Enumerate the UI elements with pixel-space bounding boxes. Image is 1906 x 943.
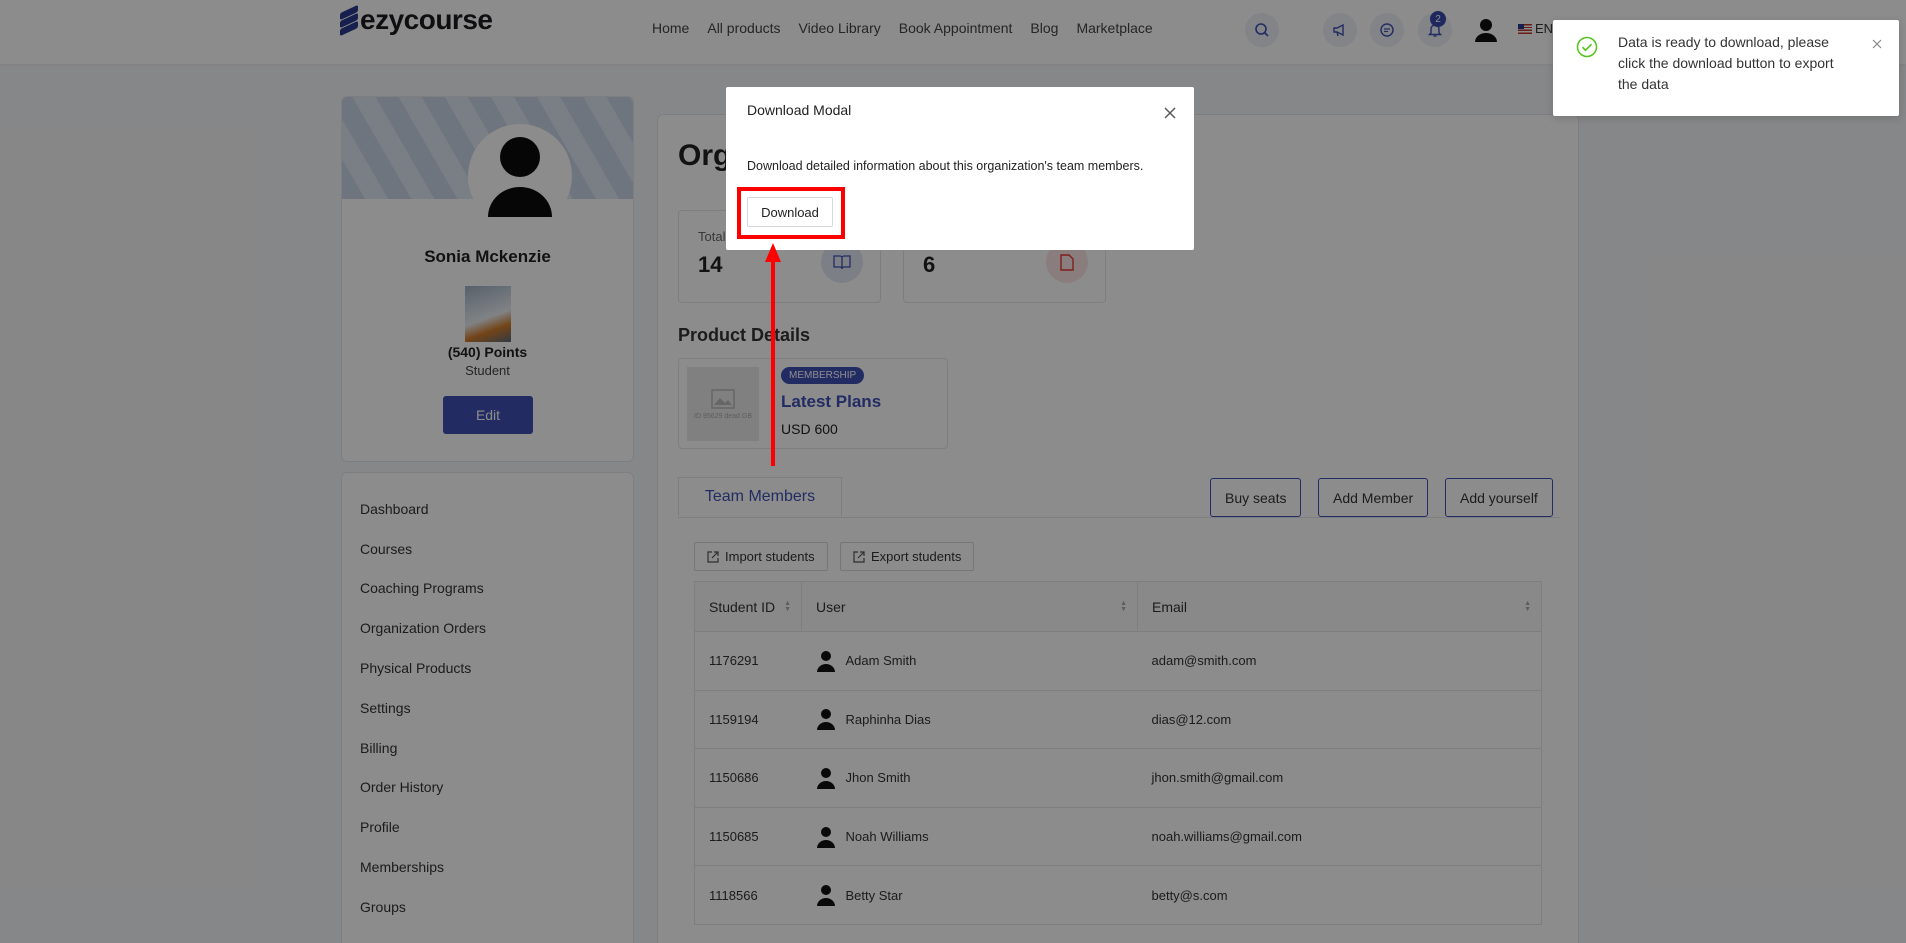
annotation-arrow [765, 243, 781, 466]
success-toast: Data is ready to download, please click … [1553, 20, 1899, 116]
close-icon[interactable] [1871, 37, 1883, 55]
check-circle-icon [1576, 36, 1598, 63]
toast-message: Data is ready to download, please click … [1618, 34, 1834, 92]
